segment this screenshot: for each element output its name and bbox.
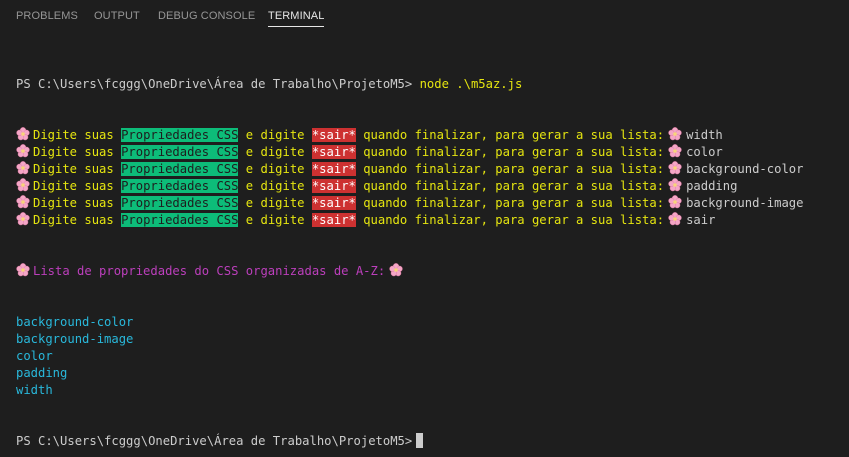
question-text: e digite [238, 145, 312, 159]
cherry-blossom-icon [16, 178, 30, 192]
terminal-cursor[interactable] [416, 433, 424, 448]
question-text: quando finalizar, para gerar a sua lista… [355, 179, 665, 193]
prompt: PS C:\Users\fcggg\OneDrive\Área de Traba… [16, 77, 413, 91]
highlight-sair: *sair* [311, 196, 356, 210]
highlight-css-properties: Propriedades CSS [121, 162, 239, 176]
user-input: color [686, 145, 723, 159]
user-input: background-image [686, 196, 804, 210]
question-text: e digite [238, 128, 312, 142]
highlight-css-properties: Propriedades CSS [121, 196, 239, 210]
cherry-blossom-icon [668, 212, 682, 226]
highlight-css-properties: Propriedades CSS [121, 145, 239, 159]
cherry-blossom-icon [389, 263, 403, 277]
highlight-sair: *sair* [311, 179, 356, 193]
prompt-question-line: Digite suas Propriedades CSS e digite *s… [16, 144, 841, 161]
highlight-css-properties: Propriedades CSS [121, 213, 239, 227]
command-line: PS C:\Users\fcggg\OneDrive\Área de Traba… [16, 76, 841, 93]
cherry-blossom-icon [668, 144, 682, 158]
panel-tabs: PROBLEMS OUTPUT DEBUG CONSOLE TERMINAL [0, 0, 849, 32]
question-text: quando finalizar, para gerar a sua lista… [355, 162, 665, 176]
terminal-output[interactable]: PS C:\Users\fcggg\OneDrive\Área de Traba… [16, 42, 841, 448]
sorted-item: padding [16, 366, 68, 380]
user-input: background-color [686, 162, 804, 176]
sorted-item: color [16, 349, 53, 363]
question-text: e digite [238, 179, 312, 193]
question-text: e digite [238, 196, 312, 210]
cherry-blossom-icon [16, 161, 30, 175]
cherry-blossom-icon [668, 127, 682, 141]
highlight-sair: *sair* [311, 128, 356, 142]
prompt-question-line: Digite suas Propriedades CSS e digite *s… [16, 178, 841, 195]
question-text: Digite suas [33, 145, 122, 159]
prompt-question-line: Digite suas Propriedades CSS e digite *s… [16, 195, 841, 212]
prompt-question-line: Digite suas Propriedades CSS e digite *s… [16, 161, 841, 178]
question-text: quando finalizar, para gerar a sua lista… [355, 128, 665, 142]
highlight-sair: *sair* [311, 213, 356, 227]
tab-terminal-label: TERMINAL [268, 10, 325, 22]
result-header: Lista de propriedades do CSS organizadas… [33, 264, 386, 278]
tab-output[interactable]: OUTPUT [94, 10, 140, 22]
cherry-blossom-icon [668, 195, 682, 209]
user-input: padding [686, 179, 738, 193]
command: node .\m5az.js [419, 77, 523, 91]
highlight-css-properties: Propriedades CSS [121, 179, 239, 193]
cherry-blossom-icon [16, 195, 30, 209]
highlight-sair: *sair* [311, 162, 356, 176]
final-prompt: PS C:\Users\fcggg\OneDrive\Área de Traba… [16, 434, 413, 448]
sorted-item: width [16, 383, 53, 397]
final-prompt-line: PS C:\Users\fcggg\OneDrive\Área de Traba… [16, 433, 841, 450]
result-header-line: Lista de propriedades do CSS organizadas… [16, 263, 841, 280]
cherry-blossom-icon [16, 144, 30, 158]
question-text: Digite suas [33, 128, 122, 142]
user-input: width [686, 128, 723, 142]
cherry-blossom-icon [16, 212, 30, 226]
prompt-question-line: Digite suas Propriedades CSS e digite *s… [16, 127, 841, 144]
terminal-panel: PROBLEMS OUTPUT DEBUG CONSOLE TERMINAL P… [0, 0, 849, 457]
highlight-css-properties: Propriedades CSS [121, 128, 239, 142]
question-text: quando finalizar, para gerar a sua lista… [355, 145, 665, 159]
sorted-item: background-image [16, 332, 134, 346]
question-text: e digite [238, 162, 312, 176]
tab-debug-console[interactable]: DEBUG CONSOLE [158, 10, 255, 22]
prompt-question-line: Digite suas Propriedades CSS e digite *s… [16, 212, 841, 229]
active-tab-indicator [268, 26, 325, 27]
question-text: Digite suas [33, 179, 122, 193]
question-text: e digite [238, 213, 312, 227]
cherry-blossom-icon [16, 263, 30, 277]
tab-problems[interactable]: PROBLEMS [16, 10, 78, 22]
question-text: Digite suas [33, 196, 122, 210]
highlight-sair: *sair* [311, 145, 356, 159]
question-text: Digite suas [33, 162, 122, 176]
question-text: Digite suas [33, 213, 122, 227]
question-text: quando finalizar, para gerar a sua lista… [355, 196, 665, 210]
question-text: quando finalizar, para gerar a sua lista… [355, 213, 665, 227]
user-input: sair [686, 213, 716, 227]
cherry-blossom-icon [668, 178, 682, 192]
tab-terminal[interactable]: TERMINAL [268, 10, 325, 27]
sorted-item: background-color [16, 315, 134, 329]
cherry-blossom-icon [668, 161, 682, 175]
cherry-blossom-icon [16, 127, 30, 141]
